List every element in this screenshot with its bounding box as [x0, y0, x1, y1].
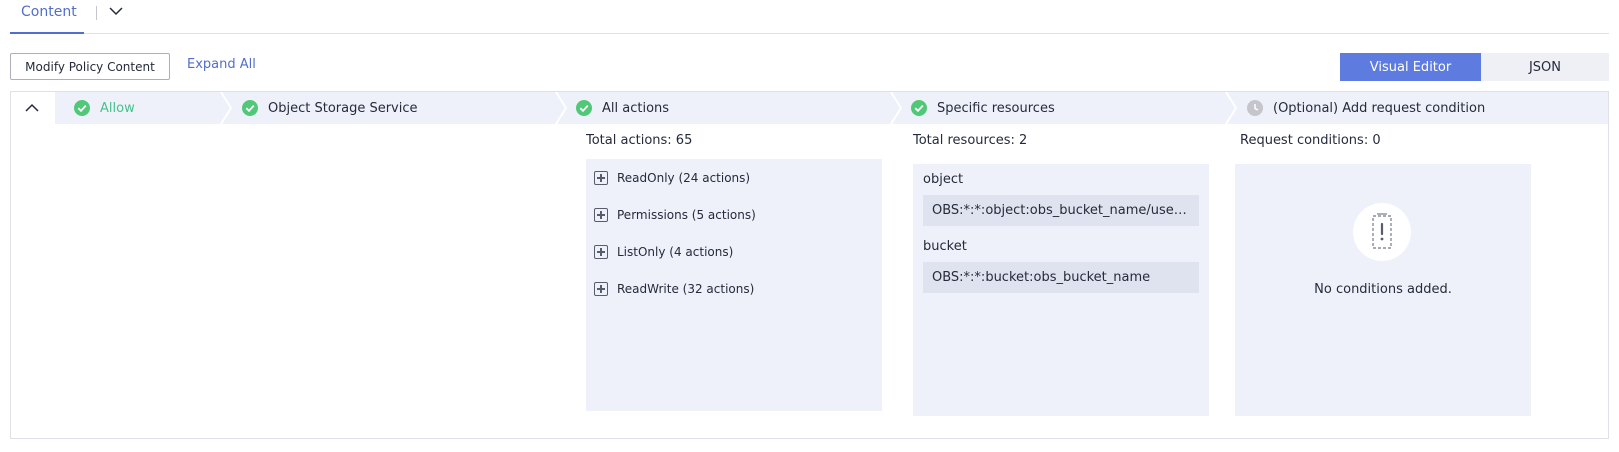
resources-panel: object OBS:*:*:object:obs_bucket_name/us… — [913, 164, 1209, 416]
action-group-label: ReadOnly (24 actions) — [617, 171, 751, 185]
step-resources-label: Specific resources — [937, 100, 1055, 116]
expand-plus-icon[interactable] — [594, 208, 608, 222]
step-actions[interactable]: All actions — [576, 92, 669, 124]
check-circle-icon — [911, 100, 927, 116]
empty-state-icon-container — [1353, 203, 1411, 261]
step-divider-icon — [555, 92, 567, 124]
json-button[interactable]: JSON — [1481, 53, 1609, 81]
check-circle-icon — [74, 100, 90, 116]
modify-policy-content-label: Modify Policy Content — [25, 59, 155, 74]
check-circle-icon — [576, 100, 592, 116]
step-service-label: Object Storage Service — [268, 100, 418, 116]
json-label: JSON — [1528, 59, 1562, 75]
action-group-listonly[interactable]: ListOnly (4 actions) — [594, 243, 733, 261]
step-allow[interactable]: Allow — [74, 92, 135, 124]
alert-document-icon — [1372, 213, 1392, 249]
policy-statement-card: Allow Object Storage Service All actions… — [10, 91, 1609, 439]
step-request-condition[interactable]: (Optional) Add request condition — [1247, 92, 1485, 124]
actions-panel: ReadOnly (24 actions) Permissions (5 act… — [586, 159, 882, 411]
action-group-readwrite[interactable]: ReadWrite (32 actions) — [594, 280, 754, 298]
total-resources-count: Total resources: 2 — [913, 133, 1028, 148]
no-conditions-message: No conditions added. — [1314, 282, 1452, 297]
action-group-label: Permissions (5 actions) — [617, 208, 756, 222]
total-actions-count: Total actions: 65 — [586, 133, 693, 148]
step-actions-label: All actions — [602, 100, 670, 116]
clock-icon — [1247, 100, 1263, 116]
expand-plus-icon[interactable] — [594, 171, 608, 185]
step-allow-label: Allow — [100, 100, 135, 116]
resource-type-bucket: bucket — [923, 239, 967, 254]
modify-policy-content-button[interactable]: Modify Policy Content — [10, 53, 170, 80]
step-request-condition-label: (Optional) Add request condition — [1273, 100, 1486, 116]
expand-plus-icon[interactable] — [594, 245, 608, 259]
action-group-permissions[interactable]: Permissions (5 actions) — [594, 206, 756, 224]
expand-all-link[interactable]: Expand All — [187, 57, 256, 72]
request-conditions-count: Request conditions: 0 — [1240, 133, 1381, 148]
content-tab-bar: Content — [10, 0, 1609, 34]
policy-steps-bar: Allow Object Storage Service All actions… — [11, 92, 1608, 124]
check-circle-icon — [242, 100, 258, 116]
conditions-panel: No conditions added. — [1235, 164, 1531, 416]
step-divider-icon — [1225, 92, 1237, 124]
action-group-label: ListOnly (4 actions) — [617, 245, 734, 259]
step-resources[interactable]: Specific resources — [911, 92, 1055, 124]
tab-divider — [96, 6, 97, 20]
action-group-readonly[interactable]: ReadOnly (24 actions) — [594, 169, 750, 187]
chevron-up-icon — [25, 103, 39, 112]
step-divider-icon — [220, 92, 232, 124]
resource-object-text: OBS:*:*:object:obs_bucket_name/user/roo.… — [932, 203, 1190, 218]
resource-object-value: OBS:*:*:object:obs_bucket_name/user/roo.… — [923, 195, 1199, 226]
resource-bucket-value: OBS:*:*:bucket:obs_bucket_name — [923, 262, 1199, 293]
step-service[interactable]: Object Storage Service — [242, 92, 418, 124]
collapse-button[interactable] — [11, 92, 55, 124]
expand-plus-icon[interactable] — [594, 282, 608, 296]
tab-content[interactable]: Content — [10, 0, 84, 34]
visual-editor-button[interactable]: Visual Editor — [1340, 53, 1481, 81]
chevron-down-icon[interactable] — [107, 2, 125, 20]
tab-content-label: Content — [21, 4, 77, 20]
visual-editor-label: Visual Editor — [1369, 59, 1452, 75]
step-divider-icon — [890, 92, 902, 124]
action-group-label: ReadWrite (32 actions) — [617, 282, 755, 296]
resource-type-object: object — [923, 172, 964, 187]
resource-bucket-text: OBS:*:*:bucket:obs_bucket_name — [932, 270, 1151, 285]
